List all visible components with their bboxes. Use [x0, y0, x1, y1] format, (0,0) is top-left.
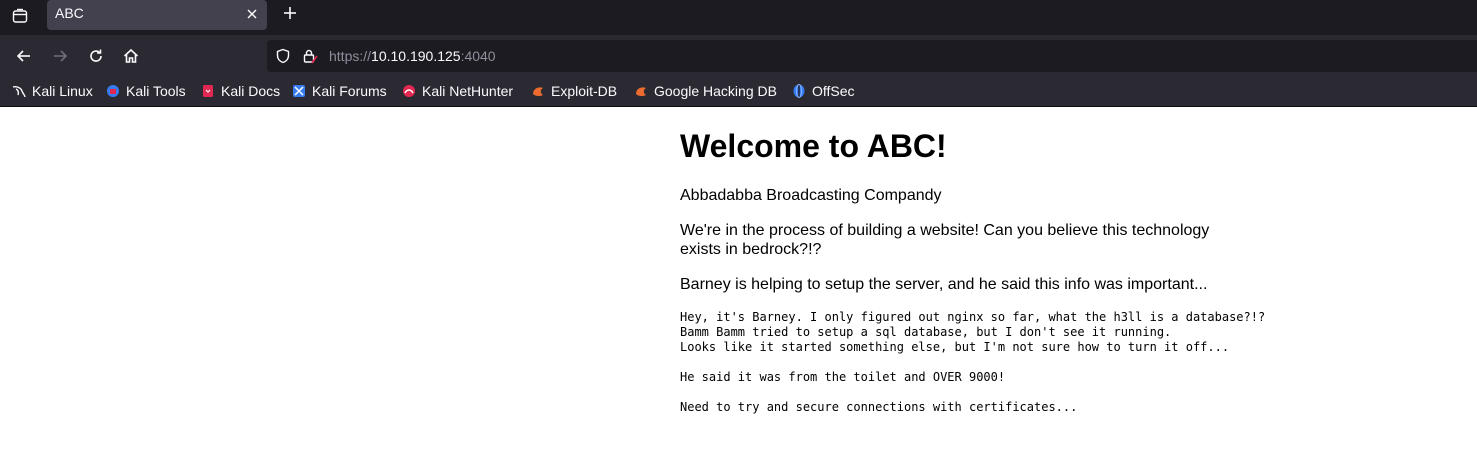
arrow-left-icon	[16, 50, 30, 62]
bookmark-kali-linux[interactable]: Kali Linux	[12, 82, 93, 100]
kali-nethunter-icon	[402, 84, 416, 98]
bookmarks-toolbar: Kali Linux Kali Tools Kali Docs Kali For…	[0, 77, 1477, 107]
kali-docs-icon	[201, 84, 215, 98]
bookmark-label: Kali Tools	[126, 83, 186, 99]
exploit-db-icon	[531, 84, 545, 98]
back-button[interactable]	[11, 43, 37, 69]
page-subtitle: Abbadabba Broadcasting Compandy	[680, 187, 942, 204]
bookmark-exploit-db[interactable]: Exploit-DB	[531, 82, 617, 100]
kali-dragon-icon	[12, 84, 26, 98]
barney-note: Hey, it's Barney. I only figured out ngi…	[680, 310, 1266, 414]
bookmark-kali-forums[interactable]: Kali Forums	[292, 82, 387, 100]
bookmark-label: Exploit-DB	[551, 83, 618, 99]
home-button[interactable]	[118, 43, 144, 69]
list-all-tabs-button[interactable]	[8, 4, 32, 28]
url-host: 10.10.190.125	[371, 48, 461, 64]
bookmark-kali-tools[interactable]: Kali Tools	[106, 82, 186, 100]
offsec-icon	[792, 84, 806, 98]
url-bar[interactable]: https://10.10.190.125:4040	[267, 40, 1477, 72]
barney-paragraph: Barney is helping to setup the server, a…	[680, 276, 1208, 293]
bookmark-offsec[interactable]: OffSec	[792, 82, 855, 100]
ghdb-icon	[634, 84, 648, 98]
bookmark-label: Kali Forums	[312, 83, 387, 99]
bookmark-label: Kali Linux	[32, 83, 93, 99]
bookmark-label: Kali Docs	[221, 83, 281, 99]
arrow-right-icon	[54, 50, 68, 62]
bookmark-label: Google Hacking DB	[654, 83, 777, 99]
bookmark-kali-nethunter[interactable]: Kali NetHunter	[402, 82, 513, 100]
lock-warning-icon[interactable]	[302, 48, 318, 64]
kali-forums-icon	[292, 84, 306, 98]
reload-button[interactable]	[83, 43, 109, 69]
close-icon	[247, 9, 257, 19]
reload-icon	[90, 49, 102, 62]
bookmark-kali-docs[interactable]: Kali Docs	[201, 82, 280, 100]
tab-close-button[interactable]	[243, 5, 261, 23]
tab-title: ABC	[55, 5, 84, 21]
intro-paragraph: We're in the process of building a websi…	[680, 222, 1210, 258]
url-port: :4040	[460, 48, 496, 64]
forward-button[interactable]	[47, 43, 73, 69]
new-tab-button[interactable]	[279, 2, 301, 24]
page-content: Welcome to ABC! Abbadabba Broadcasting C…	[0, 107, 1477, 475]
tab-active[interactable]: ABC	[47, 0, 267, 30]
url-scheme: https://	[329, 48, 372, 64]
bookmark-google-hacking-db[interactable]: Google Hacking DB	[634, 82, 777, 100]
plus-icon	[284, 7, 296, 19]
tab-strip: ABC	[0, 0, 1477, 35]
kali-tools-icon	[106, 84, 120, 98]
home-icon	[123, 48, 139, 63]
navigation-toolbar: https://10.10.190.125:4040	[0, 35, 1477, 77]
url-text[interactable]: https://10.10.190.125:4040	[329, 48, 496, 64]
tab-list-icon	[12, 8, 28, 23]
tracking-protection-shield-icon[interactable]	[275, 48, 291, 64]
page-heading: Welcome to ABC!	[680, 128, 947, 164]
bookmark-label: Kali NetHunter	[422, 83, 514, 99]
bookmark-label: OffSec	[812, 83, 855, 99]
